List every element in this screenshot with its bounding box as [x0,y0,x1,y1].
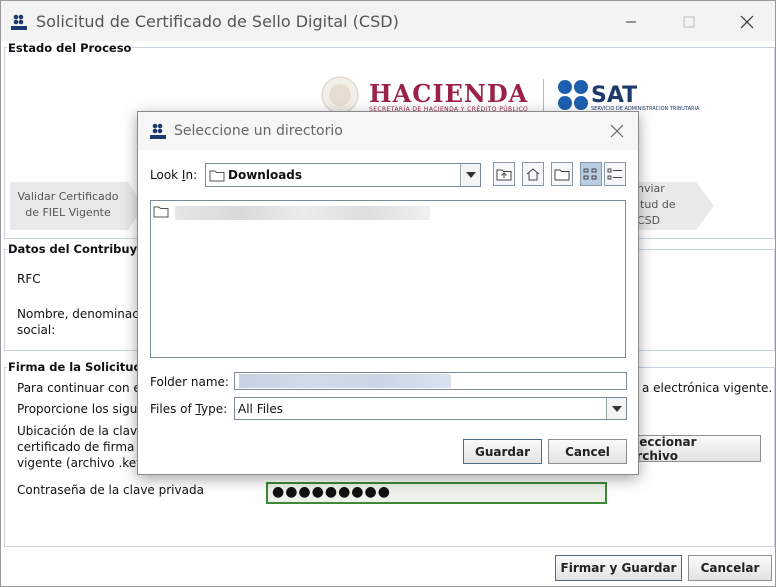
redacted-folder-name [175,206,430,220]
up-folder-icon [496,169,512,181]
escudo-icon [321,76,359,114]
sat-logo-icon [558,80,588,110]
details-view-icon [607,168,622,180]
folder-name-label: Folder name: [150,375,229,389]
estado-panel-title: Estado del Proceso [7,41,133,55]
step-1-line-1: Validar Certificado [17,190,119,203]
sat-app-icon [11,14,27,30]
guardar-button[interactable]: Guardar [463,439,542,464]
rfc-label: RFC [17,272,41,286]
maximize-icon[interactable] [669,9,709,35]
list-view-icon [583,168,597,180]
step-1-line-2: de FIEL Vigente [25,206,111,219]
cancelar-label: Cancelar [700,561,760,575]
firma-instruction-line-1: Para continuar con el [17,381,145,395]
password-field[interactable]: ●●●●●●●●● [266,482,607,504]
sat-logo-text: SAT [591,83,638,108]
list-view-button[interactable] [580,162,602,186]
dialog-close-icon[interactable] [606,121,628,141]
files-of-type-value: All Files [238,402,284,416]
close-icon[interactable] [727,9,767,35]
ubicacion-label-line-3: vigente (archivo .key) [17,456,148,470]
files-of-type-label-pre: Files of [150,402,196,416]
title-bar: Solicitud de Certificado de Sello Digita… [1,1,775,41]
directory-dialog: Seleccione un directorio Look In: Downlo… [137,111,639,475]
look-in-label: Look In: [150,168,197,182]
list-item[interactable] [153,203,453,221]
files-of-type-combo[interactable]: All Files [234,397,627,420]
cancel-button[interactable]: Cancel [548,439,627,464]
folder-icon [209,170,225,182]
up-one-level-button[interactable] [493,162,515,186]
cancel-label: Cancel [565,444,610,459]
details-view-button[interactable] [604,162,626,186]
dialog-title: Seleccione un directorio [174,123,343,139]
new-folder-icon [554,169,570,181]
redacted-folder-name-value [239,374,451,388]
nombre-label-line-1: Nombre, denominació [17,307,150,321]
firma-instruction-line-1-end: a electrónica vigente. [642,381,773,395]
password-label: Contraseña de la clave privada [17,483,204,497]
nombre-label-line-2: social: [17,323,56,337]
dialog-title-bar: Seleccione un directorio [138,112,638,150]
look-in-combo[interactable]: Downloads [205,163,481,187]
guardar-label: Guardar [474,444,530,459]
minimize-icon[interactable] [611,9,651,35]
files-of-type-label-post: ype: [201,402,228,416]
look-in-value: Downloads [228,168,303,182]
firmar-guardar-button[interactable]: Firmar y Guardar [555,555,682,581]
ubicacion-label-line-1: Ubicación de la clave [17,424,145,438]
chevron-down-icon[interactable] [606,398,626,419]
folder-name-input[interactable] [234,372,627,390]
firmar-guardar-label: Firmar y Guardar [560,561,677,575]
new-folder-button[interactable] [551,162,573,186]
folder-icon [153,206,169,218]
cancelar-button[interactable]: Cancelar [688,555,772,581]
seleccionar-archivo-button[interactable]: eleccionar Archivo [626,434,761,463]
step-3-label: nviar itud de CSD [637,181,697,229]
firma-instruction-line-2: Proporcione los siguie [17,402,149,416]
step-3-line-1: nviar [637,182,665,195]
file-list[interactable] [150,200,626,358]
chevron-down-icon[interactable] [460,164,480,186]
hacienda-sat-logo: HACIENDA SECRETARÍA DE HACIENDA Y CRÉDIT… [317,75,717,115]
step-3-line-2: itud de [637,198,676,211]
logo-separator [543,79,544,113]
window-title: Solicitud de Certificado de Sello Digita… [36,12,399,31]
ubicacion-label-line-2: certificado de firma e [17,440,146,454]
sat-dialog-icon [150,123,166,139]
look-in-label-post: n: [185,168,198,182]
step-3-line-3: CSD [637,214,661,227]
files-of-type-label: Files of Type: [150,402,227,416]
home-button[interactable] [522,162,544,186]
seleccionar-archivo-label: eleccionar Archivo [627,434,697,463]
look-in-label-pre: Look [150,168,182,182]
home-icon [526,168,540,181]
hacienda-logo-text: HACIENDA [369,79,529,108]
firma-panel-title: Firma de la Solicitud [7,360,143,374]
step-1-label: Validar Certificado de FIEL Vigente [13,189,123,221]
